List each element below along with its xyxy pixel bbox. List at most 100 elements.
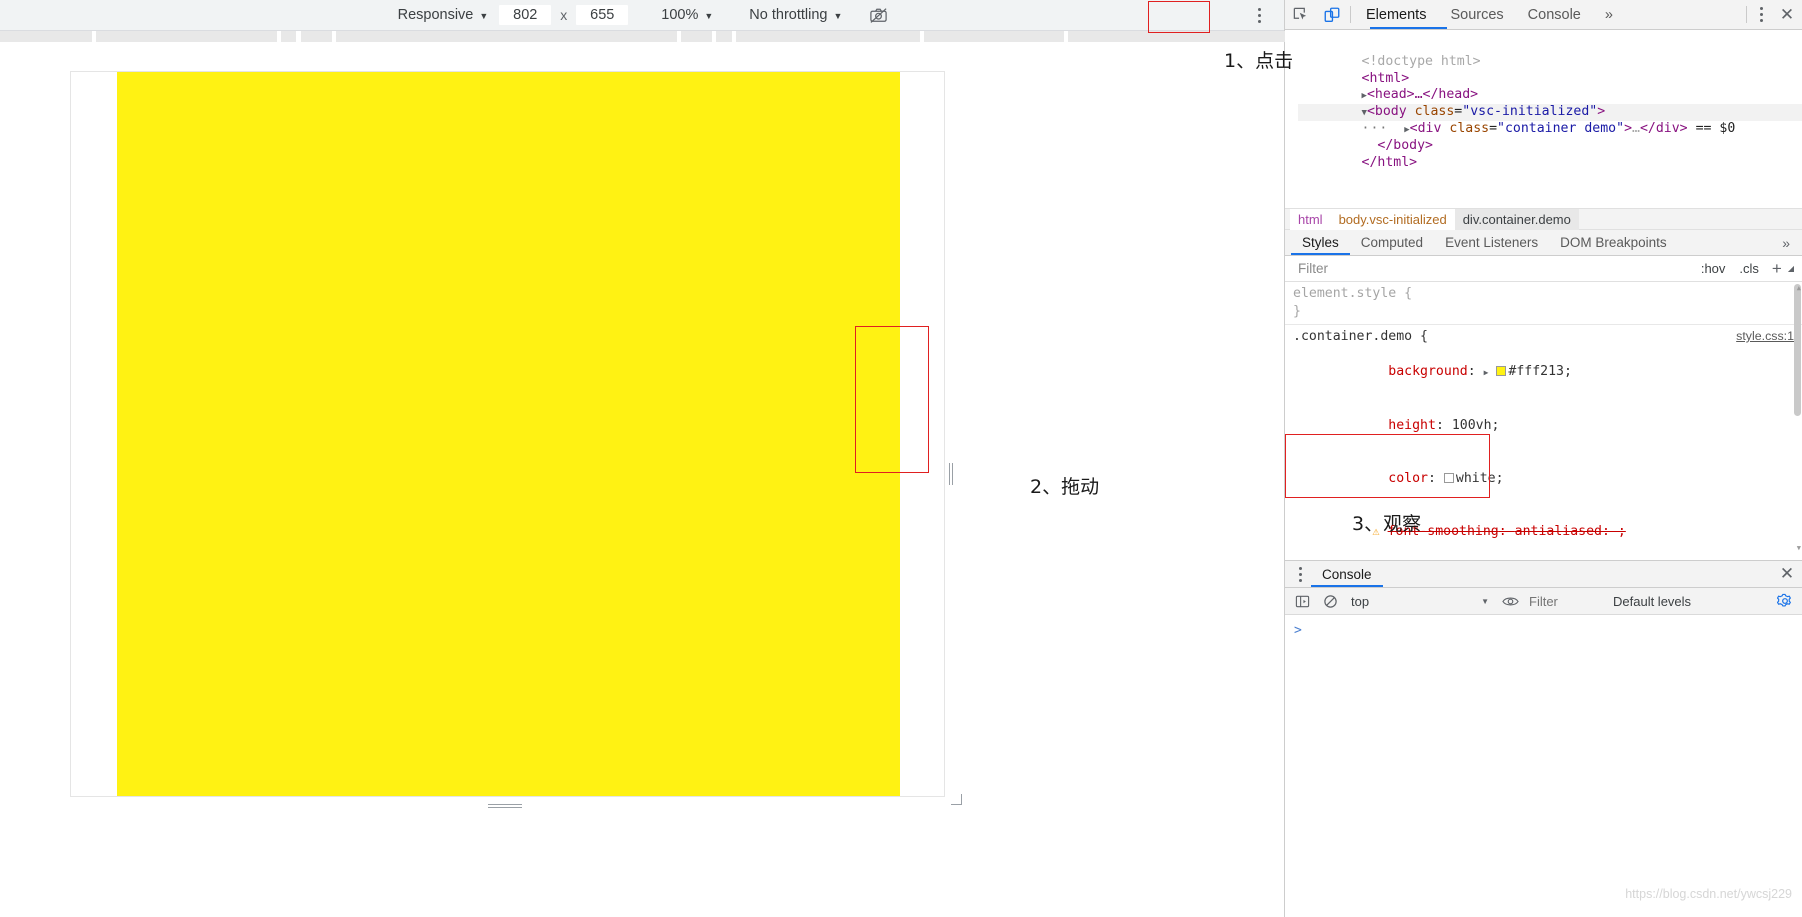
console-settings-icon[interactable]: [1772, 590, 1798, 613]
viewport-height-resize-handle[interactable]: [470, 799, 540, 813]
dom-head-text: <head>…</head>: [1366, 87, 1479, 103]
css-prop-name: background: [1388, 364, 1468, 380]
annotation-box-media-768: [1285, 434, 1490, 498]
console-prompt-caret-icon: >: [1294, 622, 1302, 638]
color-swatch[interactable]: [1496, 366, 1507, 377]
force-state-button[interactable]: :hov: [1694, 258, 1733, 280]
devtools-tabbar: Elements Sources Console » ✕: [1285, 0, 1802, 30]
tab-styles-label: Styles: [1302, 235, 1339, 250]
styles-filter-input[interactable]: [1289, 257, 1694, 280]
css-rule-close: }: [1293, 303, 1301, 319]
tab-dom-breakpoints[interactable]: DOM Breakpoints: [1549, 230, 1678, 255]
throttling-selector-label: No throttling: [749, 7, 828, 23]
chevron-down-icon: ▼: [1481, 596, 1489, 606]
chevron-down-icon[interactable]: ◢: [1788, 264, 1798, 273]
tab-console-label: Console: [1527, 6, 1581, 23]
tab-dom-breakpoints-label: DOM Breakpoints: [1560, 235, 1667, 250]
device-toolbar-controls: Responsive ▼ x 100% ▼ No throttling ▼: [391, 2, 894, 28]
tab-elements[interactable]: Elements: [1354, 0, 1438, 29]
close-drawer-icon[interactable]: ✕: [1772, 561, 1802, 587]
throttling-selector[interactable]: No throttling ▼: [742, 3, 849, 27]
styles-filter-row: :hov .cls + ◢: [1285, 256, 1802, 282]
screenshot-icon[interactable]: [863, 2, 893, 28]
device-selector-label: Responsive: [397, 7, 474, 23]
toolbar-divider: [1746, 6, 1747, 23]
device-selector[interactable]: Responsive ▼: [391, 3, 496, 27]
dom-tree: <!doctype html> <html> ▶<head>…</head> ▼…: [1285, 30, 1802, 208]
annotation-label-step2: 2、拖动: [1030, 476, 1100, 498]
viewport-corner-resize-handle[interactable]: [948, 791, 964, 807]
dom-line-doctype[interactable]: <!doctype html>: [1298, 37, 1802, 69]
devtools-screenshot-root: Responsive ▼ x 100% ▼ No throttling ▼: [0, 0, 1802, 917]
console-prompt-row[interactable]: >: [1285, 621, 1802, 639]
scroll-down-arrow-icon[interactable]: ▼: [1797, 540, 1801, 558]
more-tabs-chevron-icon: »: [1604, 6, 1613, 23]
breadcrumb: html body.vsc-initialized div.container.…: [1285, 208, 1802, 230]
breadcrumb-item-html[interactable]: html: [1290, 208, 1331, 230]
chevron-down-icon: ▼: [833, 11, 843, 21]
breadcrumb-item-div[interactable]: div.container.demo: [1454, 208, 1579, 230]
viewport-height-input[interactable]: [575, 4, 630, 26]
styles-tabbar: Styles Computed Event Listeners DOM Brea…: [1285, 230, 1802, 256]
device-toolbar-more-icon[interactable]: [1248, 3, 1270, 27]
tab-styles[interactable]: Styles: [1291, 230, 1350, 255]
viewport-width-resize-handle[interactable]: [944, 374, 958, 574]
toolbar-divider: [1350, 6, 1351, 23]
annotation-box-drag-handle: [855, 326, 929, 473]
scroll-up-arrow-icon[interactable]: ▲: [1797, 282, 1801, 298]
active-styles-tab-underline: [1291, 253, 1350, 255]
css-prop-value[interactable]: #fff213: [1508, 364, 1564, 379]
close-devtools-icon[interactable]: ✕: [1772, 1, 1802, 29]
annotation-label-step3: 3、观察: [1352, 513, 1422, 535]
css-prop-value[interactable]: antialiased: [1515, 524, 1602, 539]
css-selector[interactable]: .container.demo {: [1293, 328, 1802, 346]
dom-body-close-text: </body>: [1377, 137, 1433, 153]
live-expression-icon[interactable]: [1497, 590, 1523, 613]
console-sidebar-icon[interactable]: [1289, 590, 1315, 613]
tab-sources-label: Sources: [1450, 6, 1504, 23]
css-source-link[interactable]: style.css:1: [1736, 328, 1794, 346]
css-prop-name: height: [1388, 418, 1436, 434]
device-toolbar-icon[interactable]: [1316, 1, 1347, 29]
viewport-width-input[interactable]: [498, 4, 553, 26]
console-drawer: Console ✕ top ▼ Filter Default levels > …: [1285, 560, 1802, 917]
tab-event-listeners-label: Event Listeners: [1445, 235, 1539, 250]
tab-event-listeners[interactable]: Event Listeners: [1434, 230, 1549, 255]
drawer-tabbar: Console ✕: [1285, 561, 1802, 588]
css-prop-value[interactable]: 100vh: [1452, 418, 1492, 433]
tab-console[interactable]: Console: [1516, 0, 1593, 29]
drawer-tab-console[interactable]: Console: [1311, 561, 1383, 587]
drawer-more-icon[interactable]: [1289, 561, 1311, 587]
watermark-text: https://blog.csdn.net/ywcsj229: [1625, 887, 1792, 901]
css-pane-scrollbar[interactable]: [1794, 284, 1801, 558]
drawer-tab-console-label: Console: [1322, 566, 1372, 582]
breadcrumb-item-body[interactable]: body.vsc-initialized: [1330, 208, 1455, 230]
console-filter-input[interactable]: [1525, 590, 1605, 612]
more-tools-icon[interactable]: [1750, 1, 1772, 29]
element-classes-button[interactable]: .cls: [1732, 258, 1766, 280]
device-toolbar: Responsive ▼ x 100% ▼ No throttling ▼: [0, 0, 1284, 31]
css-selector[interactable]: element.style {: [1293, 285, 1802, 303]
console-output[interactable]: > https://blog.csdn.net/ywcsj229: [1285, 615, 1802, 917]
zoom-selector[interactable]: 100% ▼: [654, 3, 720, 27]
console-levels-selector[interactable]: Default levels: [1607, 591, 1697, 612]
tab-computed[interactable]: Computed: [1350, 230, 1434, 255]
inspect-element-icon[interactable]: [1285, 1, 1316, 29]
clear-console-icon[interactable]: [1317, 590, 1343, 613]
more-tabs-button[interactable]: »: [1593, 0, 1625, 29]
console-levels-label: Default levels: [1613, 593, 1692, 609]
styles-more-tabs-button[interactable]: »: [1770, 230, 1802, 255]
tab-computed-label: Computed: [1360, 235, 1424, 250]
tab-sources[interactable]: Sources: [1438, 0, 1515, 29]
css-declaration-background[interactable]: background: ▶ #fff213;: [1293, 346, 1802, 400]
css-rule-element-style: element.style { }: [1285, 282, 1802, 326]
devtools-toolbar-right: ✕: [1743, 1, 1802, 29]
console-toolbar: top ▼ Default levels: [1285, 588, 1802, 615]
scrollbar-thumb[interactable]: [1794, 284, 1801, 416]
console-context-selector[interactable]: top ▼: [1345, 591, 1495, 612]
plus-icon[interactable]: +: [1766, 258, 1788, 280]
dom-html-text: <html>: [1361, 70, 1410, 86]
viewport-ruler: [0, 31, 1285, 49]
dom-html-close-text: </html>: [1361, 154, 1418, 170]
zoom-selector-label: 100%: [661, 7, 699, 23]
